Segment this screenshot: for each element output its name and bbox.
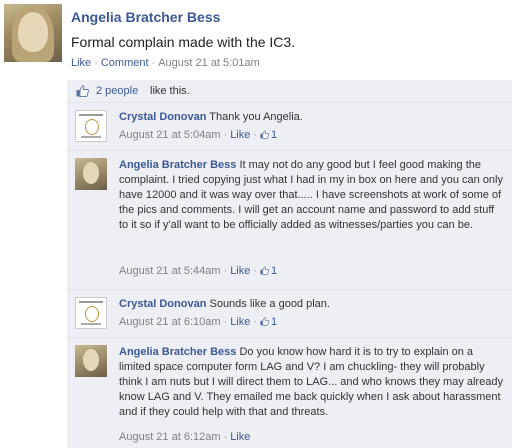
thumbs-up-icon (260, 266, 270, 275)
comment-like-link[interactable]: Like (230, 431, 250, 443)
separator-dot: · (253, 316, 258, 328)
likes-summary: 2 people like this. (67, 80, 512, 103)
separator-dot: · (223, 265, 228, 277)
separator-dot: · (253, 129, 258, 141)
post-text: Formal complain made with the IC3. (71, 34, 296, 50)
avatar-face-shape (83, 349, 99, 371)
post-timestamp[interactable]: August 21 at 5:01am (158, 57, 260, 69)
post-actions: Like · Comment · August 21 at 5:01am (71, 57, 260, 69)
comment-actions: August 21 at 6:10am · Like · 1 (119, 316, 277, 328)
comment-text: Sounds like a good plan. (209, 298, 330, 310)
comment-actions: August 21 at 5:04am · Like · 1 (119, 129, 277, 141)
comment-body: Angelia Bratcher Bess It may not do any … (119, 158, 505, 233)
avatar-text-line (81, 323, 101, 325)
post-author-name[interactable]: Angelia Bratcher Bess (71, 9, 220, 25)
comment-author[interactable]: Angelia Bratcher Bess (119, 346, 236, 358)
commenter-avatar[interactable] (75, 158, 107, 190)
comment-body: Crystal Donovan Sounds like a good plan. (119, 297, 505, 312)
comment-author[interactable]: Crystal Donovan (119, 111, 206, 123)
comment-item: Crystal Donovan Thank you Angelia. Augus… (67, 103, 512, 151)
thumbs-up-icon (260, 130, 270, 139)
separator-dot: · (94, 57, 98, 69)
comment-like-link[interactable]: Like (230, 265, 250, 277)
post-author-avatar[interactable] (4, 4, 62, 62)
thumbs-up-icon (76, 85, 89, 97)
commenter-avatar[interactable] (75, 110, 107, 142)
comment-actions: August 21 at 6:12am · Like (119, 431, 250, 443)
post-like-link[interactable]: Like (71, 57, 91, 69)
avatar-text-line (79, 114, 103, 116)
commenter-avatar[interactable] (75, 345, 107, 377)
comment-item: Angelia Bratcher Bess Do you know how ha… (67, 338, 512, 448)
comment-like-count[interactable]: 1 (260, 265, 277, 277)
separator-dot: · (223, 316, 228, 328)
likes-count-link[interactable]: 2 people (96, 80, 138, 102)
comment-timestamp[interactable]: August 21 at 5:44am (119, 265, 221, 277)
separator-dot: · (151, 57, 156, 69)
like-count-value: 1 (271, 316, 278, 328)
separator-dot: · (223, 129, 228, 141)
avatar-emblem (85, 119, 99, 135)
avatar-face-shape (83, 162, 99, 184)
comment-timestamp[interactable]: August 21 at 6:10am (119, 316, 221, 328)
avatar-text-line (79, 301, 103, 303)
likes-suffix: like this. (150, 85, 190, 97)
comments-panel: 2 people like this. Crystal Donovan Than… (67, 80, 512, 448)
comment-author[interactable]: Angelia Bratcher Bess (119, 159, 236, 171)
like-count-value: 1 (271, 265, 278, 277)
comment-like-count[interactable]: 1 (260, 129, 277, 141)
comment-timestamp[interactable]: August 21 at 5:04am (119, 129, 221, 141)
separator-dot: · (253, 265, 258, 277)
comment-item: Angelia Bratcher Bess It may not do any … (67, 151, 512, 290)
avatar-face-shape (18, 12, 48, 52)
comment-body: Angelia Bratcher Bess Do you know how ha… (119, 345, 505, 420)
post-comment-link[interactable]: Comment (101, 57, 149, 69)
commenter-avatar[interactable] (75, 297, 107, 329)
comment-like-link[interactable]: Like (230, 316, 250, 328)
comment-item: Crystal Donovan Sounds like a good plan.… (67, 290, 512, 338)
separator-dot: · (223, 431, 228, 443)
avatar-emblem (85, 306, 99, 322)
comment-text: Thank you Angelia. (209, 111, 303, 123)
comment-like-link[interactable]: Like (230, 129, 250, 141)
comment-body: Crystal Donovan Thank you Angelia. (119, 110, 505, 125)
avatar-text-line (81, 136, 101, 138)
comment-author[interactable]: Crystal Donovan (119, 298, 206, 310)
comment-like-count[interactable]: 1 (260, 316, 277, 328)
thumbs-up-icon (260, 317, 270, 326)
like-count-value: 1 (271, 129, 278, 141)
comment-timestamp[interactable]: August 21 at 6:12am (119, 431, 221, 443)
comment-actions: August 21 at 5:44am · Like · 1 (119, 265, 277, 277)
